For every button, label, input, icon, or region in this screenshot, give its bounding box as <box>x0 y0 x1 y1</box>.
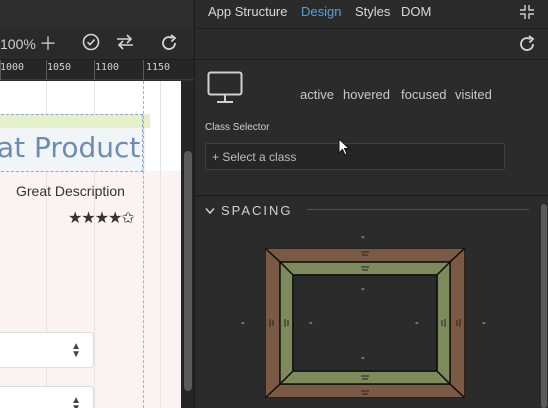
refresh-icon[interactable] <box>517 34 537 59</box>
product-description[interactable]: Great Description <box>16 183 125 199</box>
collapse-icon[interactable] <box>519 4 535 23</box>
margin-left-value[interactable]: - <box>241 317 245 329</box>
state-visited[interactable]: visited <box>455 87 492 102</box>
margin-top-value[interactable]: - <box>361 231 365 243</box>
mouse-cursor-icon <box>338 138 351 156</box>
tab-design[interactable]: Design <box>301 4 341 19</box>
guide-line <box>143 81 144 408</box>
canvas-scrollbar[interactable] <box>181 81 194 408</box>
padding-left[interactable] <box>279 260 294 386</box>
padding-top[interactable] <box>278 261 452 276</box>
state-hovered[interactable]: hovered <box>343 87 390 102</box>
padding-right-value[interactable]: - <box>415 317 419 329</box>
select-dropdown[interactable]: ▲▼ <box>0 386 94 408</box>
section-divider <box>195 195 548 196</box>
state-active[interactable]: active <box>300 87 334 102</box>
padding-right[interactable] <box>436 260 451 386</box>
panel-tabs: App Structure Design Styles DOM <box>195 0 548 26</box>
desktop-icon[interactable] <box>207 71 243 105</box>
spacing-section-header[interactable]: SPACING <box>205 203 293 218</box>
padding-bottom[interactable] <box>278 370 452 385</box>
chevron-down-icon <box>205 208 215 215</box>
tab-styles[interactable]: Styles <box>355 4 390 19</box>
class-selector-input[interactable]: + Select a class <box>205 143 505 170</box>
panel-scrollbar[interactable] <box>539 200 548 408</box>
tab-dom[interactable]: DOM <box>401 4 431 19</box>
panel-toolbar <box>195 28 548 60</box>
ruler-tick: 1000 <box>0 62 25 73</box>
class-selector-label: Class Selector <box>205 122 270 133</box>
check-circle-icon[interactable] <box>80 33 102 55</box>
margin-right-value[interactable]: - <box>482 317 486 329</box>
state-focused[interactable]: focused <box>401 87 447 102</box>
section-rule <box>307 209 529 210</box>
zoom-level[interactable]: 100% <box>0 36 36 52</box>
canvas-toolbar: 100% ＋ <box>0 28 194 60</box>
canvas-panel: 100% ＋ 1000 1050 1100 1150 at Product Gr… <box>0 0 194 408</box>
design-panel: App Structure Design Styles DOM active h… <box>194 0 548 408</box>
content-background <box>0 171 181 408</box>
rating-stars: ★★★★✩ <box>68 210 135 227</box>
scrollbar-thumb[interactable] <box>541 204 547 408</box>
select-arrow-icon: ▲▼ <box>71 341 81 360</box>
horizontal-ruler: 1000 1050 1100 1150 <box>0 60 194 80</box>
ruler-tick: 1050 <box>47 62 72 73</box>
spacing-title: SPACING <box>221 203 293 218</box>
scrollbar-thumb[interactable] <box>184 151 192 391</box>
ruler-tick: 1150 <box>146 62 171 73</box>
padding-bottom-value[interactable]: - <box>361 352 365 364</box>
ruler-tick: 1100 <box>95 62 120 73</box>
padding-left-value[interactable]: - <box>309 317 313 329</box>
tab-app-structure[interactable]: App Structure <box>208 4 288 19</box>
select-dropdown[interactable]: ▲▼ <box>0 332 94 368</box>
select-arrow-icon: ▲▼ <box>71 395 81 408</box>
padding-top-value[interactable]: - <box>361 283 365 295</box>
selection-outline <box>0 114 143 172</box>
design-canvas[interactable]: at Product Great Description ★★★★✩ ▲▼ ▲▼ <box>0 81 181 408</box>
swap-icon[interactable] <box>114 33 136 55</box>
plus-icon[interactable]: ＋ <box>37 33 59 55</box>
spacing-box-model[interactable] <box>265 248 465 398</box>
refresh-icon[interactable] <box>158 33 180 55</box>
